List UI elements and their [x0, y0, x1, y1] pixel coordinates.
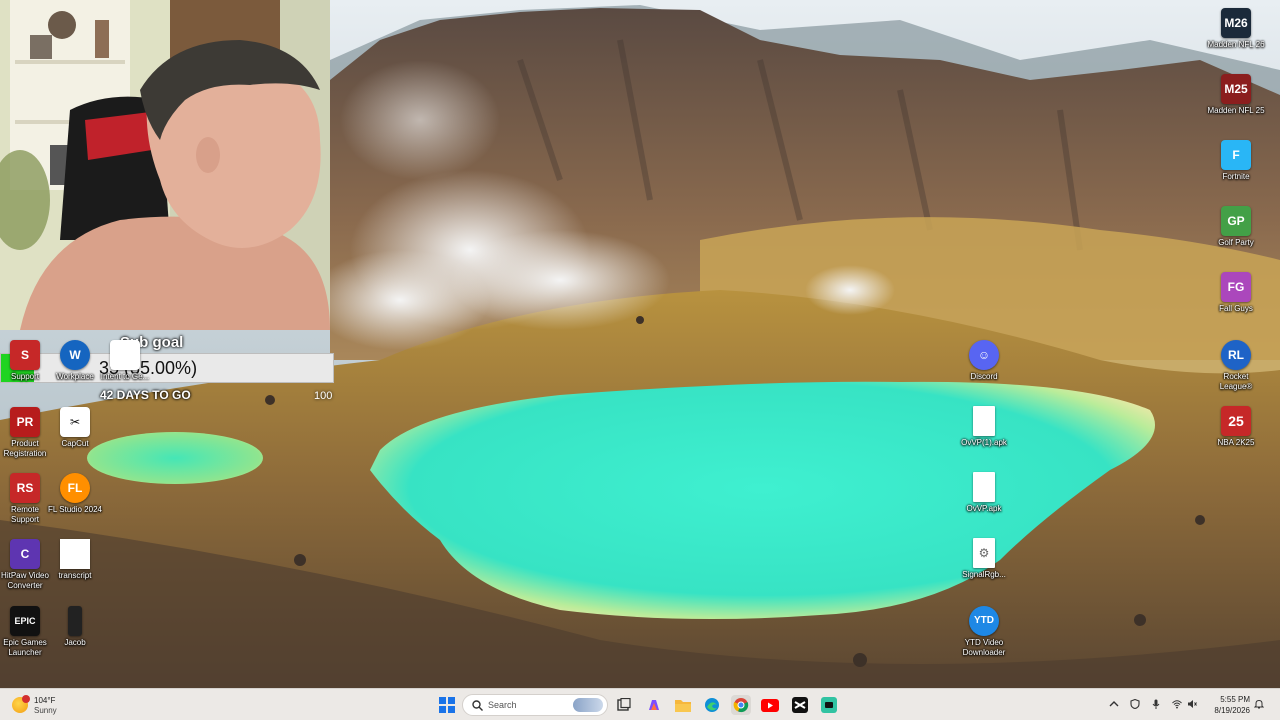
rocket-league-icon: RL	[1221, 340, 1251, 370]
desktop-icon-label: FL Studio 2024	[48, 505, 102, 514]
webcam-overlay	[0, 0, 330, 330]
weather-condition: Sunny	[34, 706, 57, 715]
desktop-icon-nba-2k25[interactable]: 25 NBA 2K25	[1207, 406, 1265, 448]
desktop-icon-apk-1[interactable]: OvVP(1).apk	[955, 406, 1013, 448]
nba-2k25-icon: 25	[1221, 406, 1251, 436]
document-icon	[110, 340, 140, 370]
weather-alert-icon	[22, 695, 30, 703]
clock-time: 5:55 PM	[1220, 695, 1250, 704]
capcut-taskbar-icon[interactable]	[790, 695, 810, 715]
taskbar: 104°F Sunny Search 5:55 PM 8/19/2026	[0, 688, 1280, 720]
desktop-icon-label: Intent to Ge...	[100, 372, 150, 381]
weather-widget[interactable]: 104°F Sunny	[12, 694, 92, 716]
windows-icon	[439, 697, 455, 713]
desktop-icon-signalrgb[interactable]: ⚙ SignalRgb...	[955, 538, 1013, 580]
sub-goal-target: 100	[314, 390, 333, 402]
desktop-icon-jacob[interactable]: Jacob	[46, 606, 104, 648]
chrome-icon[interactable]	[731, 695, 751, 715]
edge-icon[interactable]	[702, 695, 722, 715]
desktop-icon-madden-26[interactable]: M26 Madden NFL 26	[1207, 8, 1265, 50]
youtube-icon[interactable]	[760, 695, 780, 715]
desktop-icon-capcut[interactable]: ✂ CapCut	[46, 407, 104, 449]
desktop-icon-label: YTD Video Downloader	[962, 638, 1006, 657]
wifi-icon[interactable]	[1172, 699, 1182, 709]
desktop-icon-label: transcript	[58, 571, 92, 580]
chevron-up-icon[interactable]	[1109, 699, 1119, 709]
discord-icon: ☺	[969, 340, 999, 370]
phone-icon	[68, 606, 82, 636]
taskbar-search[interactable]: Search	[462, 694, 608, 716]
hitpaw-icon: C	[10, 539, 40, 569]
fall-guys-icon: FG	[1221, 272, 1251, 302]
desktop-icon-label: OvVP.apk	[966, 504, 1002, 513]
volume-icon[interactable]	[1187, 699, 1197, 709]
clock-date: 8/19/2026	[1214, 706, 1250, 715]
document-icon	[60, 539, 90, 569]
desktop-icon-label: OvVP(1).apk	[961, 438, 1007, 447]
microphone-icon[interactable]	[1151, 699, 1161, 709]
desktop-icon-label: Madden NFL 26	[1207, 40, 1265, 49]
madden-25-icon: M25	[1221, 74, 1251, 104]
ytd-icon: YTD	[969, 606, 999, 636]
golf-party-icon: GP	[1221, 206, 1251, 236]
taskbar-clock[interactable]: 5:55 PM 8/19/2026	[1206, 694, 1250, 716]
desktop-icon-label: Jacob	[64, 638, 86, 647]
sub-goal-days-left: 42 DAYS TO GO	[100, 388, 191, 402]
start-button[interactable]	[437, 695, 457, 715]
desktop-icon-label: Rocket League®	[1219, 372, 1253, 391]
apk-file-icon	[973, 406, 995, 436]
desktop-icon-madden-25[interactable]: M25 Madden NFL 25	[1207, 74, 1265, 116]
desktop-icon-transcript[interactable]: transcript	[46, 539, 104, 581]
desktop-icon-label: Discord	[970, 372, 998, 381]
desktop-icon-golf-party[interactable]: GP Golf Party	[1207, 206, 1265, 248]
workplace-app-icon: W	[60, 340, 90, 370]
desktop-icon-fl-studio[interactable]: FL FL Studio 2024	[46, 473, 104, 515]
desktop-icon-rocket-league[interactable]: RL Rocket League®	[1207, 340, 1265, 392]
desktop-icon-fall-guys[interactable]: FG Fall Guys	[1207, 272, 1265, 314]
streamlabs-icon[interactable]	[819, 695, 839, 715]
desktop-icon-label: Fortnite	[1222, 172, 1250, 181]
desktop-screen: Sub goal 35 (35.00%) 42 DAYS TO GO 100 S…	[0, 0, 1280, 720]
apk-file-icon	[973, 472, 995, 502]
desktop-icon-intent-to[interactable]: Intent to Ge...	[96, 340, 154, 382]
fl-studio-icon: FL	[60, 473, 90, 503]
copilot-icon[interactable]	[644, 695, 664, 715]
product-registration-icon: PR	[10, 407, 40, 437]
search-highlight-icon	[573, 698, 603, 712]
file-explorer-icon[interactable]	[673, 695, 693, 715]
desktop-icon-discord[interactable]: ☺ Discord	[955, 340, 1013, 382]
fortnite-icon: F	[1221, 140, 1251, 170]
desktop-icon-label: Madden NFL 25	[1207, 106, 1265, 115]
task-view-icon[interactable]	[614, 695, 634, 715]
madden-26-icon: M26	[1221, 8, 1251, 38]
desktop-icon-label: SignalRgb...	[962, 570, 1006, 579]
capcut-icon: ✂	[60, 407, 90, 437]
weather-temperature: 104°F	[34, 696, 56, 705]
desktop-icon-label: NBA 2K25	[1217, 438, 1255, 447]
desktop-icon-apk-2[interactable]: OvVP.apk	[955, 472, 1013, 514]
search-icon	[472, 700, 483, 711]
notification-bell-icon[interactable]	[1254, 699, 1264, 709]
settings-file-icon: ⚙	[973, 538, 995, 568]
security-icon[interactable]	[1130, 699, 1140, 709]
desktop-icon-label: Fall Guys	[1219, 304, 1253, 313]
desktop-icon-label: CapCut	[61, 439, 89, 448]
epic-games-icon: EPIC	[10, 606, 40, 636]
search-label: Search	[488, 700, 517, 710]
desktop-icon-ytd[interactable]: YTD YTD Video Downloader	[955, 606, 1013, 658]
remote-support-icon: RS	[10, 473, 40, 503]
desktop-icon-fortnite[interactable]: F Fortnite	[1207, 140, 1265, 182]
desktop-icon-label: Golf Party	[1218, 238, 1254, 247]
support-app-icon: S	[10, 340, 40, 370]
